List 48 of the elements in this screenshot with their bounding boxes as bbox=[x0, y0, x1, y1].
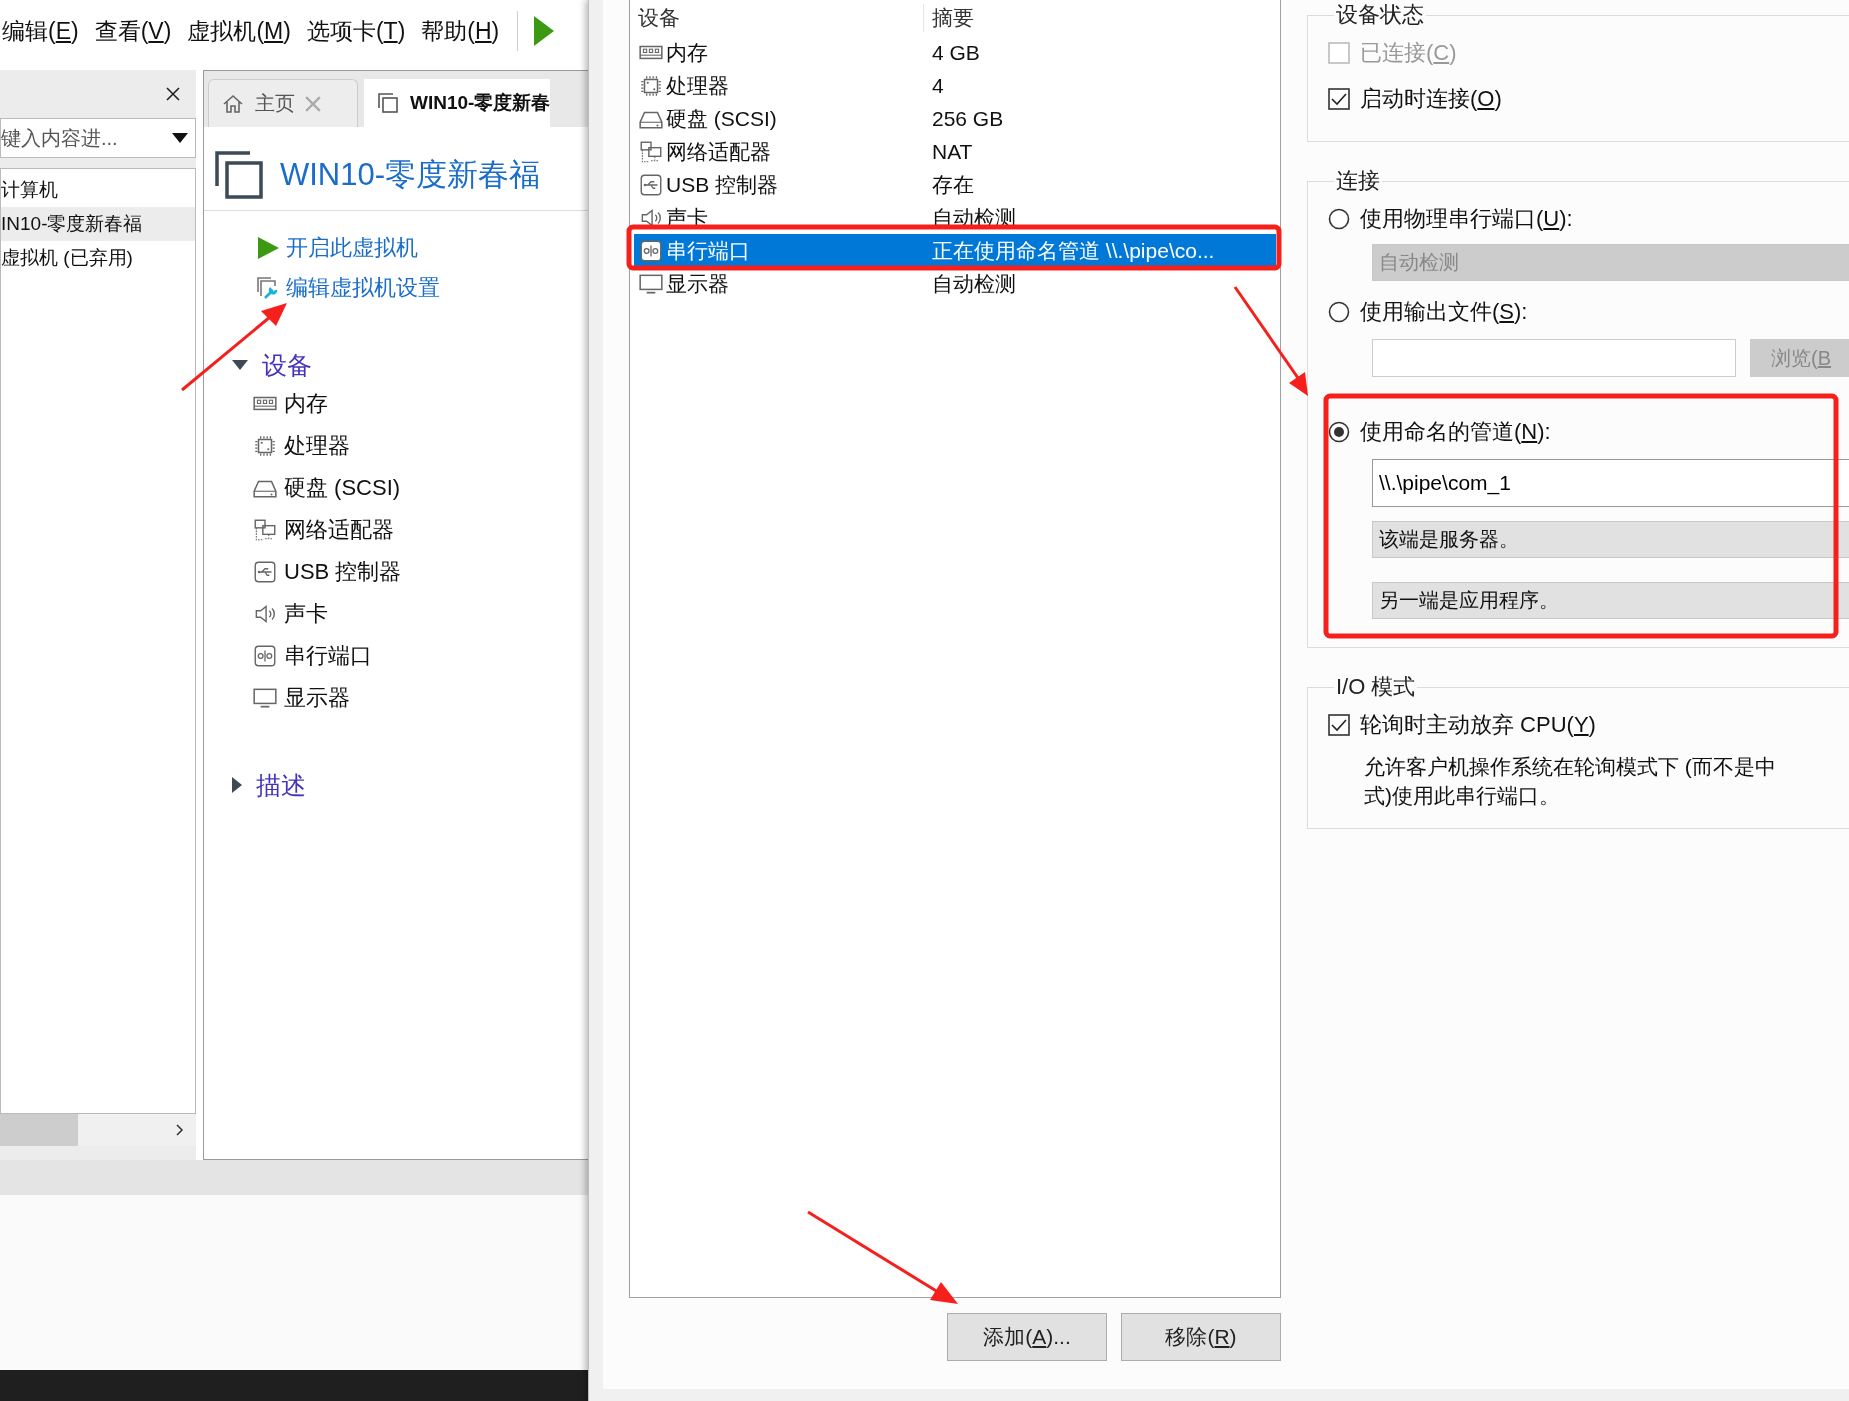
tree-item[interactable]: IN10-零度新春福 bbox=[1, 207, 195, 241]
tree-item[interactable]: 虚拟机 (已弃用) bbox=[1, 241, 195, 275]
action-link[interactable]: 开启此虚拟机 bbox=[256, 233, 588, 263]
device-item[interactable]: 串行端口 bbox=[252, 635, 588, 677]
group-title: 连接 bbox=[1335, 167, 1381, 195]
device-item[interactable]: 内存 bbox=[252, 383, 588, 425]
pipe-name-field[interactable]: \\.\pipe\com_1 bbox=[1372, 459, 1849, 507]
description-text: 允许客户机操作系统在轮询模式下 (而不是中 bbox=[1364, 754, 1777, 780]
checkbox-option[interactable]: 启动时连接(O) bbox=[1328, 82, 1849, 116]
action-link[interactable]: 编辑虚拟机设置 bbox=[256, 273, 588, 303]
section-header[interactable]: 设备 bbox=[214, 347, 588, 383]
tab[interactable]: 主页 bbox=[208, 79, 358, 127]
table-row[interactable]: 内存 4 GB bbox=[634, 36, 1276, 69]
column-header[interactable]: 设备 bbox=[634, 4, 924, 32]
device-item[interactable]: 网络适配器 bbox=[252, 509, 588, 551]
device-item[interactable]: 显示器 bbox=[252, 677, 588, 719]
device-item[interactable]: 硬盘 (SCSI) bbox=[252, 467, 588, 509]
group-title: 设备状态 bbox=[1335, 1, 1425, 29]
pipe-end-dropdown[interactable]: 另一端是应用程序。 bbox=[1372, 582, 1849, 619]
menu-item[interactable]: 查看(V) bbox=[94, 15, 172, 47]
section-header[interactable]: 描述 bbox=[214, 767, 588, 803]
table-row[interactable]: 硬盘 (SCSI) 256 GB bbox=[634, 102, 1276, 135]
radio-label[interactable]: 使用命名的管道(N): bbox=[1360, 417, 1551, 447]
column-header[interactable]: 摘要 bbox=[923, 4, 1276, 32]
menu-item[interactable]: 虚拟机(M) bbox=[187, 15, 291, 47]
table-row[interactable]: 处理器 4 bbox=[634, 69, 1276, 102]
table-row[interactable]: 串行端口 正在使用命名管道 \\.\pipe\co... bbox=[634, 234, 1276, 267]
table-row[interactable]: 网络适配器 NAT bbox=[634, 135, 1276, 168]
dialog-button[interactable]: 添加(A)... bbox=[947, 1313, 1107, 1361]
device-item[interactable]: USB 控制器 bbox=[252, 551, 588, 593]
vm-title: WIN10-零度新春福 bbox=[280, 155, 541, 194]
checkbox-label[interactable]: 轮询时主动放弃 CPU(Y) bbox=[1360, 710, 1596, 740]
dialog-button[interactable]: 移除(R) bbox=[1121, 1313, 1281, 1361]
menu-item[interactable]: 选项卡(T) bbox=[306, 15, 406, 47]
menu-item[interactable]: 编辑(E) bbox=[2, 15, 79, 47]
tab[interactable]: WIN10-零度新春 bbox=[364, 79, 551, 127]
table-row[interactable]: 显示器 自动检测 bbox=[634, 267, 1276, 300]
pipe-end-dropdown[interactable]: 该端是服务器。 bbox=[1372, 521, 1849, 558]
search-field[interactable]: 键入内容进... bbox=[0, 118, 196, 158]
radio-label[interactable]: 使用输出文件(S): bbox=[1360, 297, 1528, 327]
tree-item[interactable]: 计算机 bbox=[1, 173, 195, 207]
radio-label[interactable]: 使用物理串行端口(U): bbox=[1360, 204, 1573, 234]
table-row[interactable]: USB 控制器 存在 bbox=[634, 168, 1276, 201]
device-item[interactable]: 处理器 bbox=[252, 425, 588, 467]
device-item[interactable]: 声卡 bbox=[252, 593, 588, 635]
description-text: 式)使用此串行端口。 bbox=[1364, 783, 1561, 809]
group-title: I/O 模式 bbox=[1335, 673, 1417, 701]
menu-item[interactable]: 帮助(H) bbox=[421, 15, 500, 47]
